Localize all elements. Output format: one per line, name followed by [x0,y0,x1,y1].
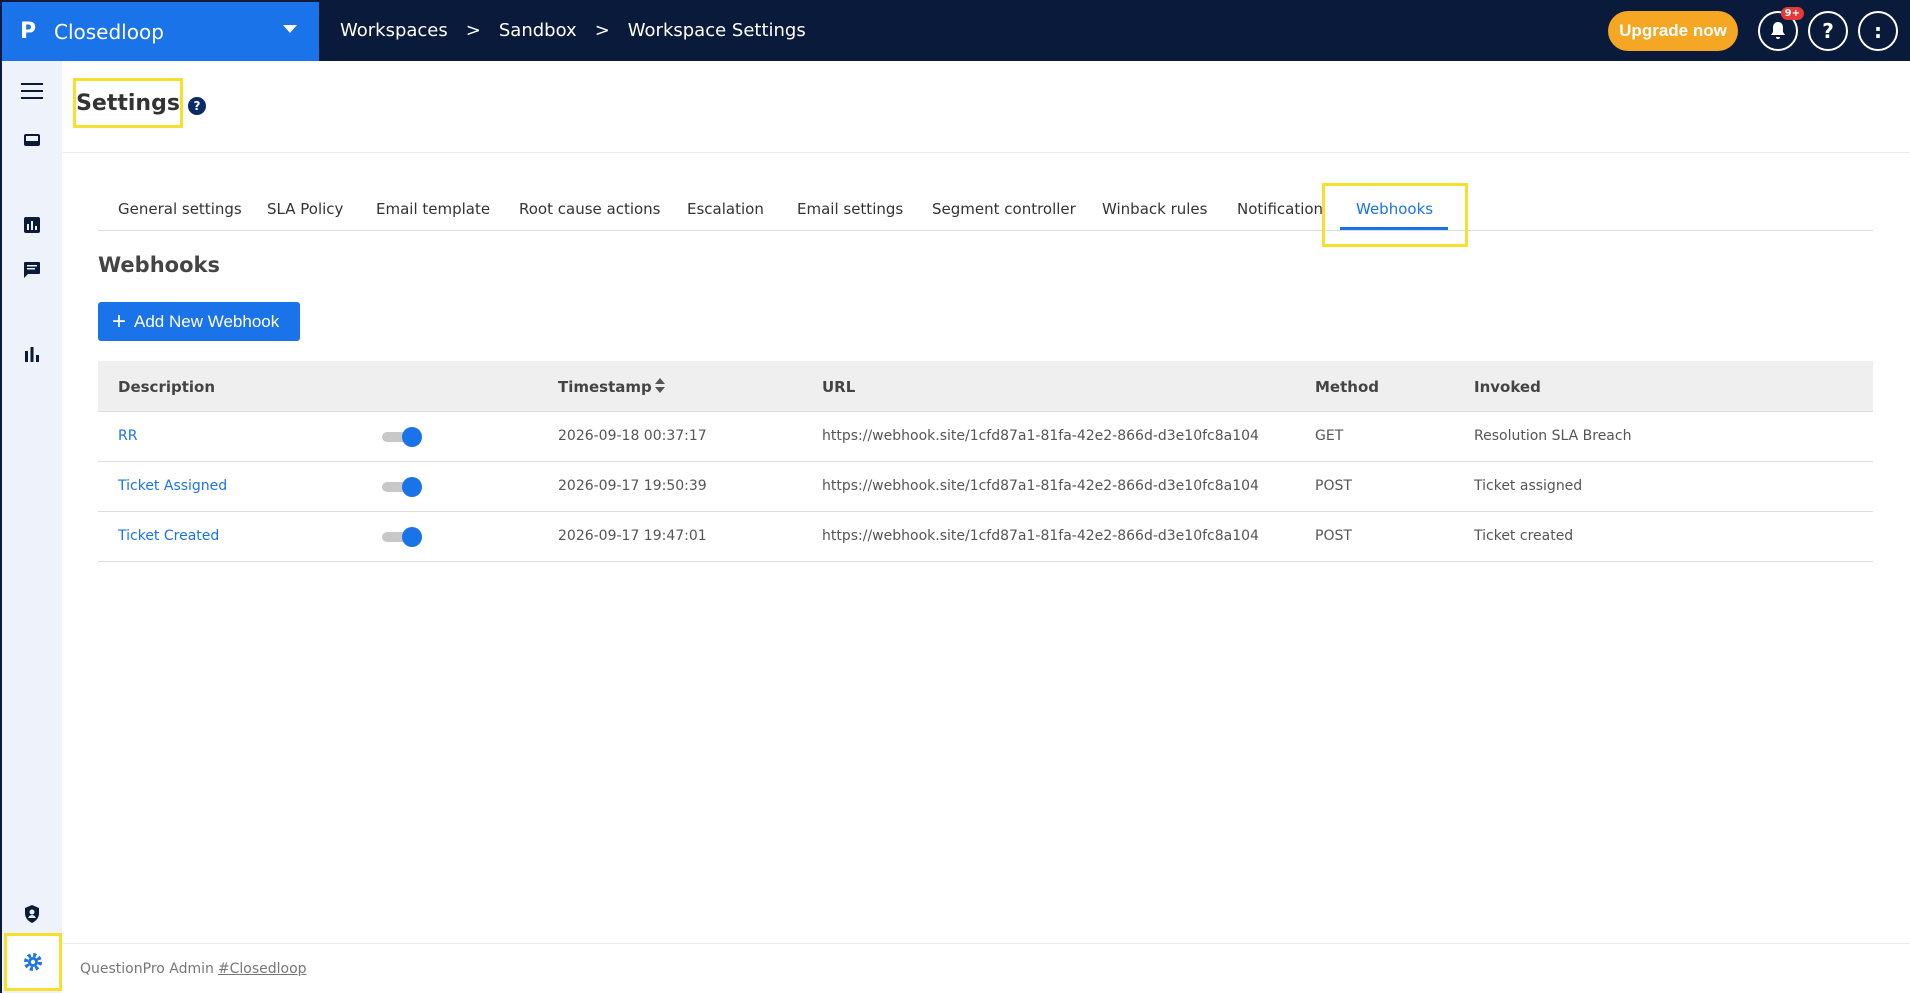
workspace-switcher[interactable]: P Closedloop [2,2,319,61]
report-icon[interactable] [19,212,45,238]
notifications-button[interactable]: 9+ [1758,7,1804,51]
avatar-icon: : [1874,19,1882,43]
caret-down-icon[interactable] [283,25,297,33]
webhook-enabled-toggle[interactable] [382,477,422,497]
column-url: URL [822,378,856,396]
settings-tabs: General settings SLA Policy Email templa… [98,188,1873,231]
webhook-method: POST [1315,478,1352,494]
webhook-invoked: Resolution SLA Breach [1474,428,1632,444]
avatar[interactable]: : [1858,11,1898,51]
tab-sla-policy[interactable]: SLA Policy [267,200,343,218]
webhook-timestamp: 2026-09-18 00:37:17 [558,428,707,444]
tab-escalation[interactable]: Escalation [687,200,764,218]
breadcrumb-workspace-settings: Workspace Settings [627,20,806,41]
add-new-webhook-button[interactable]: + Add New Webhook [98,302,300,341]
top-bar: P Closedloop Workspaces > Sandbox > Work… [0,0,1910,61]
footer-text: QuestionPro Admin [80,960,214,977]
gear-icon [24,953,42,971]
column-method: Method [1315,378,1379,396]
add-new-webhook-label: Add New Webhook [134,311,280,331]
sidebar [0,61,62,993]
webhook-enabled-toggle[interactable] [382,527,422,547]
webhook-method: POST [1315,528,1352,544]
column-invoked: Invoked [1474,378,1541,396]
webhook-url: https://webhook.site/1cfd87a1-81fa-42e2-… [822,528,1259,544]
tab-general-settings[interactable]: General settings [118,200,242,218]
webhook-description-link[interactable]: Ticket Created [118,528,219,544]
chevron-right-icon: > [594,20,610,41]
sort-icon[interactable] [654,378,666,394]
help-circle-icon[interactable]: ? [188,97,206,115]
upgrade-button[interactable]: Upgrade now [1608,11,1738,51]
webhook-description-link[interactable]: RR [118,428,137,444]
shield-user-icon[interactable] [19,901,45,927]
chat-icon[interactable] [19,257,45,283]
breadcrumb: Workspaces > Sandbox > Workspace Setting… [340,0,806,61]
page-header: Settings ? [62,61,1910,153]
webhook-method: GET [1315,428,1344,444]
app-name: Closedloop [54,19,164,44]
breadcrumb-sandbox[interactable]: Sandbox [499,20,577,41]
webhook-url: https://webhook.site/1cfd87a1-81fa-42e2-… [822,428,1259,444]
tab-notification[interactable]: Notification [1237,200,1323,218]
chevron-right-icon: > [465,20,481,41]
webhook-timestamp: 2026-09-17 19:47:01 [558,528,707,544]
app-logo: P [20,19,37,44]
tab-root-cause-actions[interactable]: Root cause actions [519,200,661,218]
webhook-timestamp: 2026-09-17 19:50:39 [558,478,707,494]
menu-icon[interactable] [19,78,45,104]
column-timestamp[interactable]: Timestamp [558,378,652,396]
webhook-enabled-toggle[interactable] [382,427,422,447]
tab-winback-rules[interactable]: Winback rules [1102,200,1207,218]
footer: QuestionPro Admin #Closedloop [62,943,1910,993]
sidebar-item-settings[interactable] [4,933,62,991]
help-button[interactable]: ? [1808,11,1848,51]
tab-segment-controller[interactable]: Segment controller [932,200,1076,218]
column-description: Description [118,378,216,396]
webhook-invoked: Ticket created [1474,528,1574,544]
tab-webhooks-highlight [1322,183,1468,247]
plus-icon: + [112,307,127,335]
bell-icon [1771,22,1785,39]
webhook-url: https://webhook.site/1cfd87a1-81fa-42e2-… [822,478,1259,494]
help-icon: ? [1822,19,1834,43]
tab-email-settings[interactable]: Email settings [797,200,903,218]
breadcrumb-workspaces[interactable]: Workspaces [340,20,448,41]
page-title: Settings [76,90,180,116]
section-title: Webhooks [98,253,220,277]
table-row: Ticket Created 2026-09-17 19:47:01 https… [98,512,1873,562]
inbox-icon[interactable] [19,127,45,153]
tab-email-template[interactable]: Email template [376,200,490,218]
table-row: RR 2026-09-18 00:37:17 https://webhook.s… [98,412,1873,462]
webhook-invoked: Ticket assigned [1474,478,1583,494]
footer-link[interactable]: #Closedloop [218,961,307,977]
webhook-description-link[interactable]: Ticket Assigned [118,478,227,494]
webhooks-table: Description Timestamp URL Method Invoked… [98,361,1873,562]
table-row: Ticket Assigned 2026-09-17 19:50:39 http… [98,462,1873,512]
page-title-box: Settings [73,78,183,128]
analytics-icon[interactable] [19,341,45,367]
notifications-badge: 9+ [1780,7,1804,20]
table-header: Description Timestamp URL Method Invoked [98,361,1873,412]
